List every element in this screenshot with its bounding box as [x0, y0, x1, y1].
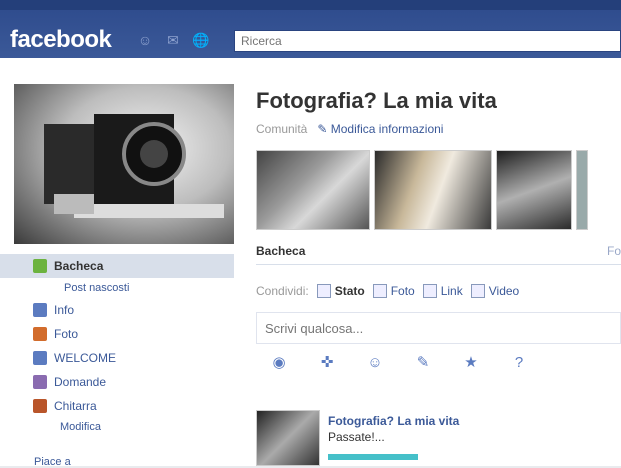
- messages-icon[interactable]: ✉: [164, 32, 182, 48]
- page-subline: Comunità ✎ Modifica informazioni: [256, 122, 443, 136]
- header-icons: ☺ ✉ 🌐: [136, 32, 210, 48]
- sidebar-edit-link[interactable]: Modifica: [0, 418, 234, 436]
- share-label: Condividi:: [256, 284, 309, 298]
- tab-foto[interactable]: Fo: [607, 244, 621, 258]
- notifications-icon[interactable]: 🌐: [192, 32, 210, 48]
- chat-icon[interactable]: ◉: [268, 354, 290, 372]
- composer-tools: ◉ ✜ ☺ ✎ ★ ?: [268, 354, 530, 372]
- left-column: Bacheca Post nascosti Info Foto WELCOME …: [0, 58, 234, 468]
- pencil-icon: ✎: [317, 122, 328, 136]
- sidebar-item-label: WELCOME: [54, 351, 117, 365]
- wall-icon: [33, 259, 47, 273]
- sidebar-item-bacheca[interactable]: Bacheca: [0, 254, 234, 278]
- share-video-button[interactable]: Video: [470, 284, 520, 298]
- sidebar-item-foto[interactable]: Foto: [0, 322, 234, 346]
- photo-thumbnail[interactable]: [576, 150, 588, 230]
- photo-thumbnail[interactable]: [374, 150, 492, 230]
- share-link-label: Link: [440, 284, 463, 298]
- camera-icon: [44, 114, 224, 218]
- question-icon[interactable]: ?: [508, 354, 530, 372]
- divider: [256, 264, 621, 265]
- photo-strip: [256, 150, 588, 230]
- welcome-icon: [33, 351, 47, 365]
- composer-input[interactable]: [256, 312, 621, 344]
- photo-thumbnail[interactable]: [496, 150, 572, 230]
- pin-icon[interactable]: ✜: [316, 354, 338, 372]
- photo-icon: [33, 327, 47, 341]
- questions-icon: [33, 375, 47, 389]
- sidebar-item-label: Chitarra: [54, 399, 97, 413]
- friends-icon[interactable]: ☺: [136, 32, 154, 48]
- link-icon: [422, 284, 437, 298]
- sidebar-item-label: Info: [54, 303, 75, 317]
- share-photo-button[interactable]: Foto: [372, 284, 415, 298]
- tab-bacheca[interactable]: Bacheca: [256, 244, 305, 258]
- sidebar-item-label: Foto: [54, 327, 79, 341]
- edit-info-label: Modifica informazioni: [330, 122, 444, 136]
- sidebar-item-info[interactable]: Info: [0, 298, 234, 322]
- top-strip: [0, 0, 621, 10]
- main-column: Fotografia? La mia vita Comunità ✎ Modif…: [234, 58, 621, 466]
- share-bar: Condividi: Stato Foto Link Video: [256, 284, 519, 298]
- guitar-icon: [33, 399, 47, 413]
- sidebar-item-post-nascosti[interactable]: Post nascosti: [0, 278, 234, 298]
- share-status-button[interactable]: Stato: [316, 284, 365, 298]
- sidebar-nav: Bacheca Post nascosti Info Foto WELCOME …: [0, 254, 234, 436]
- facebook-logo[interactable]: facebook: [10, 26, 112, 54]
- profile-picture[interactable]: [14, 84, 234, 244]
- star-icon[interactable]: ★: [460, 354, 482, 372]
- search-input[interactable]: [234, 30, 621, 52]
- post-accent-bar: [328, 454, 418, 460]
- likes-link[interactable]: Piace a: [34, 456, 71, 468]
- page-category[interactable]: Comunità: [256, 122, 307, 136]
- post-text: Passate!...: [328, 430, 385, 444]
- page-title: Fotografia? La mia vita: [256, 88, 497, 113]
- wall-tabs: Bacheca Fo: [256, 244, 621, 258]
- share-status-label: Stato: [334, 284, 365, 298]
- status-icon: [316, 284, 331, 298]
- share-video-label: Video: [488, 284, 520, 298]
- smile-icon[interactable]: ☺: [364, 354, 386, 372]
- share-link-button[interactable]: Link: [422, 284, 463, 298]
- photo-icon: [372, 284, 387, 298]
- share-photo-label: Foto: [390, 284, 415, 298]
- sidebar-item-chitarra[interactable]: Chitarra: [0, 394, 234, 418]
- top-bar: facebook ☺ ✉ 🌐: [0, 0, 621, 58]
- info-icon: [33, 303, 47, 317]
- edit-info-link[interactable]: ✎ Modifica informazioni: [317, 122, 443, 136]
- sidebar-item-welcome[interactable]: WELCOME: [0, 346, 234, 370]
- video-icon: [470, 284, 485, 298]
- post-author-link[interactable]: Fotografia? La mia vita: [328, 414, 459, 428]
- avatar[interactable]: [256, 410, 320, 466]
- photo-thumbnail[interactable]: [256, 150, 370, 230]
- sidebar-item-label: Domande: [54, 375, 107, 389]
- sidebar-item-domande[interactable]: Domande: [0, 370, 234, 394]
- sidebar-item-label: Bacheca: [54, 259, 104, 273]
- text-icon[interactable]: ✎: [412, 354, 434, 372]
